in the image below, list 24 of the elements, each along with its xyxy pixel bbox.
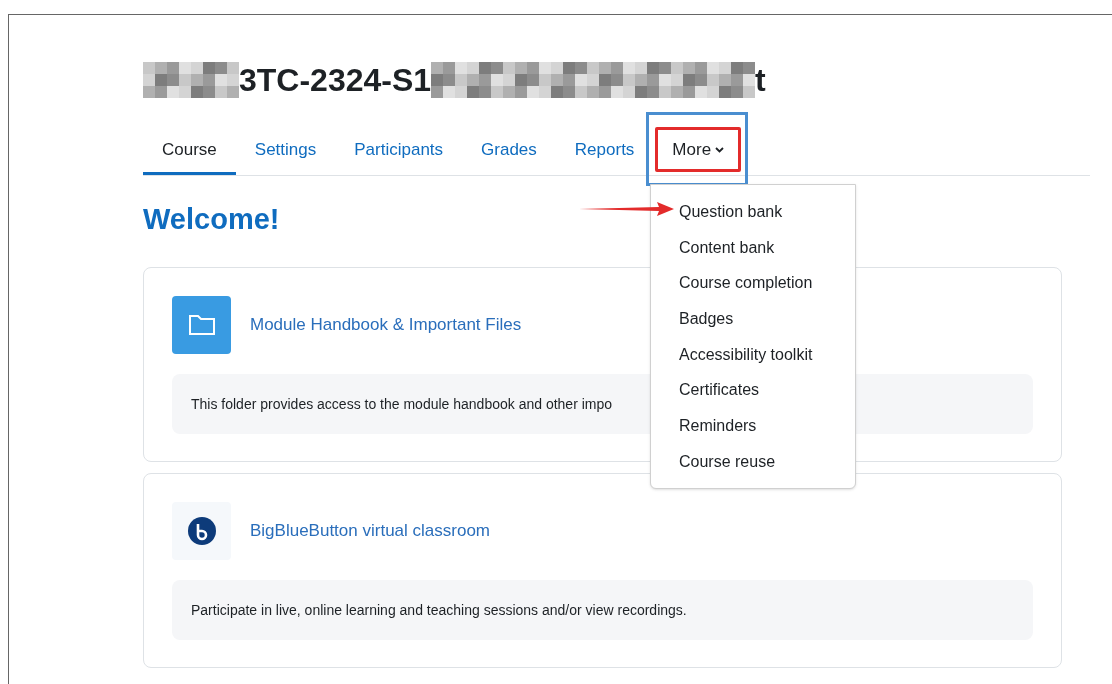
welcome-heading: Welcome! (143, 202, 280, 237)
nav-tab[interactable]: Participants (335, 128, 463, 175)
conference-icon (172, 502, 231, 560)
activity-description: This folder provides access to the module handbook and other impo (191, 394, 613, 414)
menu-item[interactable]: Certificates (651, 372, 855, 409)
nav-tab[interactable]: Reports (555, 128, 654, 175)
menu-item[interactable]: Badges (651, 301, 855, 337)
menu-item[interactable]: Reminders (651, 408, 855, 444)
nav-tab[interactable]: Settings (235, 128, 336, 175)
menu-item[interactable]: Course reuse (651, 443, 855, 480)
menu-item[interactable]: Content bank (651, 229, 855, 266)
nav-tab[interactable]: Course (143, 128, 236, 175)
nav-tab[interactable]: Grades (462, 128, 556, 175)
course-title: 3TC-2324-S1 (239, 64, 432, 96)
course-title-end: t (755, 64, 766, 96)
activity-link[interactable]: BigBlueButton virtual classroom (250, 518, 490, 544)
menu-item[interactable]: Course completion (651, 265, 855, 302)
activity-link[interactable]: Module Handbook & Important Files (250, 312, 522, 338)
more-dropdown-tab[interactable]: More (653, 128, 744, 175)
menu-item[interactable]: Question bank (651, 194, 855, 230)
folder-icon (172, 296, 231, 354)
menu-item[interactable]: Accessibility toolkit (651, 336, 855, 373)
activity-description: Participate in live, online learning and teaching sessions and/or view recordings. (191, 600, 687, 620)
caret-icon (715, 147, 725, 153)
